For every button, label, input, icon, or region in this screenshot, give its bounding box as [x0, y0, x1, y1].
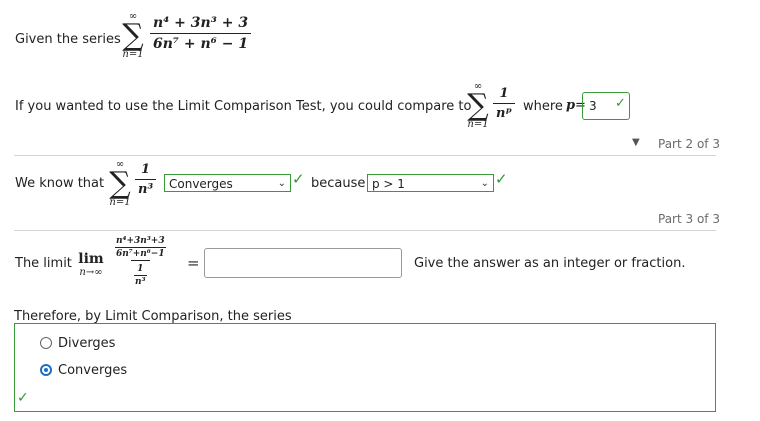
series-sum: ∞ ∑ n=1	[120, 12, 146, 60]
divider	[14, 155, 716, 156]
radio-diverges[interactable]	[40, 337, 52, 349]
part-2-header: Part 2 of 3	[658, 137, 720, 151]
outer-denominator: n³	[134, 275, 147, 287]
p-value-text: 3	[589, 99, 597, 113]
compare-fraction: 1 nᵖ	[493, 86, 515, 121]
therefore-text: Therefore, by Limit Comparison, the seri…	[14, 309, 292, 324]
lim-word: lim	[78, 251, 104, 267]
series-conclusion-group: Diverges Converges ✓	[14, 323, 716, 412]
chevron-down-icon: ⌄	[480, 178, 489, 189]
radio-converges[interactable]	[40, 364, 52, 376]
know-label: We know that	[15, 176, 105, 191]
compare-denominator: nᵖ	[493, 103, 515, 121]
series-fraction: n⁴ + 3n³ + 3 6n⁷ + n⁶ − 1	[150, 15, 252, 52]
series-denominator: 6n⁷ + n⁶ − 1	[150, 33, 252, 52]
inner-denominator: 6n⁷+n⁶−1	[115, 247, 166, 259]
compare-sum: ∞ ∑ n=1	[465, 82, 491, 130]
outer-numerator: 1	[137, 264, 144, 274]
sum-lower: n=1	[467, 119, 489, 130]
compare-text: If you wanted to use the Limit Compariso…	[15, 99, 472, 114]
sum-lower: n=1	[122, 49, 144, 60]
equals-sign: =	[187, 254, 200, 272]
inner-numerator: n⁴+3n³+3	[116, 236, 165, 246]
check-icon: ✓	[615, 96, 626, 111]
reason-select-value: p > 1	[372, 177, 405, 191]
p-value-input[interactable]: 3 ✓	[582, 92, 630, 120]
sum-lower: n=1	[109, 197, 131, 208]
lim-subscript: n→∞	[79, 267, 103, 278]
option-diverges-label: Diverges	[58, 336, 116, 351]
check-icon: ✓	[292, 170, 305, 188]
caret-down-icon[interactable]: ▼	[632, 137, 640, 148]
option-converges-label: Converges	[58, 363, 128, 378]
reason-select[interactable]: p > 1 ⌄	[367, 174, 494, 192]
because-label: because	[311, 176, 366, 191]
limit-label: The limit	[15, 256, 72, 271]
where-label: where	[523, 99, 563, 114]
sigma-symbol: ∑	[109, 166, 131, 201]
given-label: Given the series	[15, 32, 121, 47]
known-fraction: 1 n³	[135, 162, 157, 197]
part-3-header: Part 3 of 3	[658, 212, 720, 226]
limit-ratio: n⁴+3n³+3 6n⁷+n⁶−1 1 n³	[112, 236, 169, 287]
known-numerator: 1	[141, 162, 151, 177]
known-sum: ∞ ∑ n=1	[107, 160, 133, 208]
sigma-symbol: ∑	[122, 18, 144, 53]
ratio-denominator: 1 n³	[131, 260, 150, 287]
p-variable: p	[566, 98, 576, 113]
ratio-numerator: n⁴+3n³+3 6n⁷+n⁶−1	[112, 236, 169, 260]
chevron-down-icon: ⌄	[277, 178, 286, 189]
known-denominator: n³	[135, 179, 157, 197]
answer-hint: Give the answer as an integer or fractio…	[414, 256, 686, 271]
divider	[14, 230, 716, 231]
check-icon: ✓	[17, 390, 29, 406]
compare-numerator: 1	[499, 86, 509, 101]
series-numerator: n⁴ + 3n³ + 3	[153, 15, 249, 31]
sigma-symbol: ∑	[467, 88, 489, 123]
limit-operator: lim n→∞	[74, 251, 108, 279]
convergence-select[interactable]: Converges ⌄	[164, 174, 291, 192]
limit-answer-input[interactable]	[204, 248, 402, 278]
check-icon: ✓	[495, 170, 508, 188]
convergence-select-value: Converges	[169, 177, 233, 191]
